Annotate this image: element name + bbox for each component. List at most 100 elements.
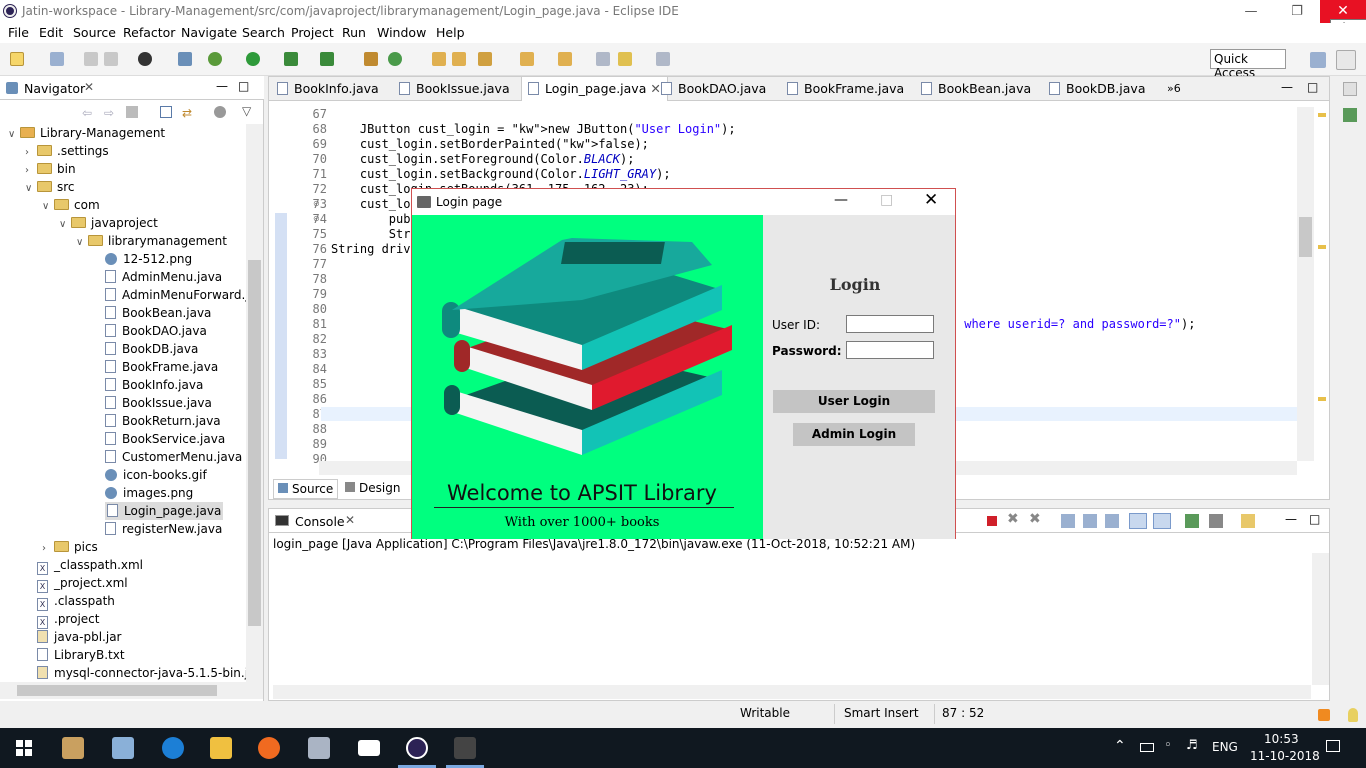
edge-icon[interactable] [162, 737, 184, 759]
tree-item[interactable]: ∨ javaproject [59, 214, 158, 232]
new-icon[interactable] [10, 52, 24, 66]
menu-project[interactable]: Project [291, 25, 334, 40]
prev-annotation-icon[interactable] [558, 52, 572, 66]
expanded-arrow-icon[interactable]: ∨ [42, 198, 54, 216]
navigator-tab-label[interactable]: Navigator [24, 81, 85, 96]
tree-item[interactable]: AdminMenuForward.ja [105, 286, 246, 304]
clock-date[interactable]: 11-10-2018 [1250, 749, 1320, 763]
windows-start-icon[interactable] [16, 740, 32, 756]
menu-search[interactable]: Search [242, 25, 285, 40]
console-vscrollbar[interactable] [1312, 553, 1329, 685]
new-wizard-icon[interactable] [50, 52, 64, 66]
design-tab[interactable]: Design [341, 479, 404, 499]
task-list-icon[interactable] [1343, 108, 1357, 122]
paint-icon[interactable] [62, 737, 84, 759]
tree-item[interactable]: AdminMenu.java [105, 268, 222, 286]
clock-time[interactable]: 10:53 [1264, 732, 1299, 746]
computer-icon[interactable] [308, 737, 330, 759]
show-stdout-icon[interactable] [1129, 513, 1147, 529]
restore-button[interactable]: ❐ [1274, 0, 1320, 23]
menu-help[interactable]: Help [436, 25, 465, 40]
tree-item[interactable]: images.png [105, 484, 193, 502]
menu-refactor[interactable]: Refactor [123, 25, 175, 40]
tab-bookinfo[interactable]: BookInfo.java [277, 77, 379, 101]
expanded-arrow-icon[interactable]: ∨ [76, 234, 88, 252]
tree-item[interactable]: X _classpath.xml [37, 556, 143, 575]
open-folder-icon[interactable] [452, 52, 466, 66]
navigator-vscroll-thumb[interactable] [248, 260, 261, 626]
clear-console-icon[interactable] [1061, 514, 1075, 528]
console-minimize-icon[interactable]: — [1285, 512, 1297, 526]
view-menu-icon[interactable]: ▽ [242, 104, 251, 118]
tree-item[interactable]: 12-512.png [105, 250, 192, 268]
open-console-icon[interactable] [1241, 514, 1255, 528]
tree-item[interactable]: ∨ com [42, 196, 100, 214]
file-explorer-icon[interactable] [210, 737, 232, 759]
tree-item[interactable]: Login_page.java [105, 502, 224, 520]
tree-item[interactable]: X .classpath [37, 592, 115, 611]
source-tab[interactable]: Source [273, 479, 339, 499]
password-field[interactable] [846, 341, 934, 359]
tree-item[interactable]: BookIssue.java [105, 394, 212, 412]
minimize-view-icon[interactable]: — [216, 79, 228, 93]
remove-launch-icon[interactable]: ✖ [1007, 511, 1019, 527]
menu-edit[interactable]: Edit [39, 25, 63, 40]
terminate-icon[interactable] [987, 516, 997, 526]
tray-chevron-icon[interactable]: ⌃ [1114, 738, 1126, 754]
menu-navigate[interactable]: Navigate [181, 25, 237, 40]
navigator-hscrollbar[interactable] [0, 682, 263, 699]
next-annotation-icon[interactable] [520, 52, 534, 66]
tree-item[interactable]: ∨ Library-Management [8, 124, 165, 142]
editor-maximize-icon[interactable]: □ [1307, 80, 1318, 94]
minimize-button[interactable]: — [1228, 0, 1274, 23]
forward-nav-icon[interactable]: ⇨ [104, 106, 114, 120]
navigator-close-icon[interactable]: ✕ [84, 80, 94, 94]
search-icon[interactable] [478, 52, 492, 66]
editor-minimize-icon[interactable]: — [1281, 80, 1293, 94]
save-icon[interactable] [84, 52, 98, 66]
save-all-icon[interactable] [104, 52, 118, 66]
editor-vscrollbar[interactable] [1297, 107, 1314, 461]
show-stderr-icon[interactable] [1153, 513, 1171, 529]
external-tools-icon[interactable] [320, 52, 334, 66]
console-maximize-icon[interactable]: □ [1309, 512, 1320, 526]
outline-icon[interactable] [1343, 82, 1357, 96]
expanded-arrow-icon[interactable]: ∨ [59, 216, 71, 234]
console-tab-label[interactable]: Console [295, 514, 345, 529]
tab-overflow[interactable]: »6 [1167, 77, 1181, 101]
menu-window[interactable]: Window [377, 25, 426, 40]
tree-item[interactable]: mysql-connector-java-5.1.5-bin.jar [37, 664, 246, 682]
coverage-icon[interactable] [284, 52, 298, 66]
navigator-vscrollbar[interactable] [246, 124, 263, 682]
collapse-all-icon[interactable] [160, 106, 172, 118]
tree-item[interactable]: › bin [25, 160, 76, 178]
link-editor-icon[interactable]: ⇄ [182, 106, 192, 120]
navigator-hscroll-thumb[interactable] [17, 685, 217, 696]
remove-all-icon[interactable]: ✖ [1029, 511, 1041, 527]
menu-run[interactable]: Run [342, 25, 366, 40]
display-console-icon[interactable] [1209, 514, 1223, 528]
admin-login-button[interactable]: Admin Login [793, 423, 915, 446]
back-nav-icon[interactable]: ⇦ [82, 106, 92, 120]
menu-file[interactable]: File [8, 25, 29, 40]
tree-item[interactable]: BookService.java [105, 430, 225, 448]
tree-item[interactable]: ∨ librarymanagement [76, 232, 227, 250]
tab-bookbean[interactable]: BookBean.java [921, 77, 1031, 101]
volume-icon[interactable]: ♬ [1186, 738, 1198, 753]
language-indicator[interactable]: ENG [1212, 740, 1238, 754]
tab-bookdb[interactable]: BookDB.java [1049, 77, 1145, 101]
tree-item[interactable]: ∨ src [25, 178, 75, 196]
console-hscrollbar[interactable] [273, 685, 1311, 699]
forward-icon[interactable] [656, 52, 670, 66]
filter-icon[interactable] [214, 106, 226, 118]
tree-item[interactable]: › pics [42, 538, 98, 556]
tree-item[interactable]: BookInfo.java [105, 376, 203, 394]
tree-item[interactable]: BookReturn.java [105, 412, 221, 430]
toggle-icon[interactable] [178, 52, 192, 66]
tree-item[interactable]: icon-books.gif [105, 466, 207, 484]
network-icon[interactable]: ◦ [1164, 738, 1172, 753]
expanded-arrow-icon[interactable]: ∨ [8, 126, 20, 144]
rss-icon[interactable] [1318, 709, 1330, 721]
eclipse-taskbar-icon[interactable] [406, 737, 428, 759]
tab-bookdao[interactable]: BookDAO.java [661, 77, 766, 101]
